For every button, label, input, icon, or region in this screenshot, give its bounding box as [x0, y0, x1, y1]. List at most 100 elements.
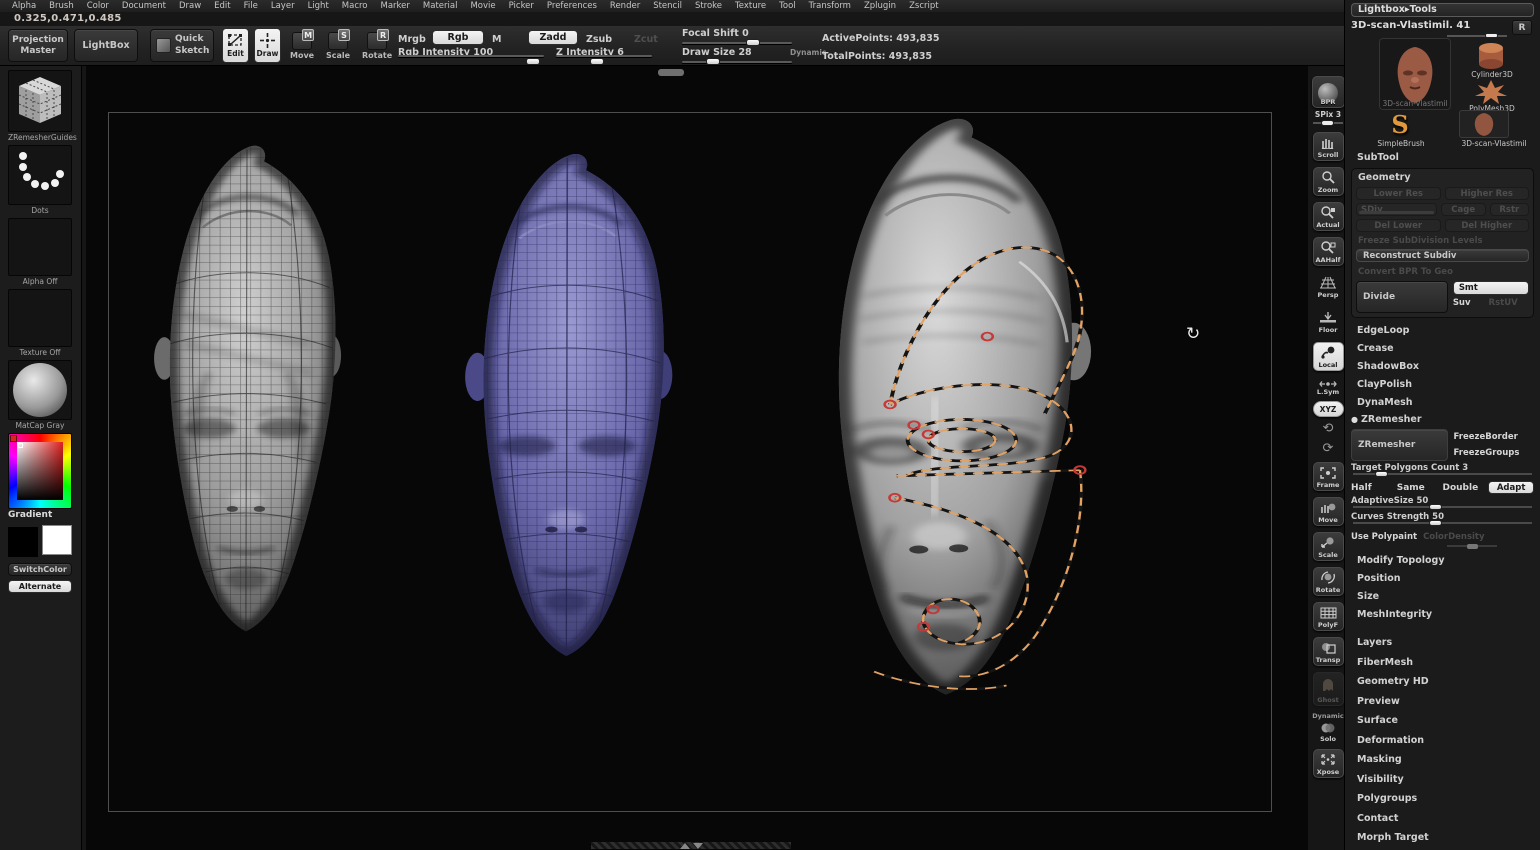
alpha-thumbnail[interactable] — [8, 218, 72, 276]
section-claypolish[interactable]: ClayPolish — [1351, 376, 1534, 394]
bottom-tray-divider[interactable] — [591, 842, 791, 849]
menu-edit[interactable]: Edit — [214, 1, 230, 11]
menu-layer[interactable]: Layer — [271, 1, 295, 11]
simplebrush-tool[interactable]: S — [1385, 112, 1415, 138]
rotate-on-y-icon[interactable]: ⟲ — [1323, 422, 1334, 435]
use-polypaint-toggle[interactable]: Use Polypaint — [1351, 532, 1417, 542]
section-surface[interactable]: Surface — [1351, 711, 1534, 731]
freeze-border-toggle[interactable]: FreezeBorder — [1454, 432, 1534, 442]
menu-color[interactable]: Color — [87, 1, 109, 11]
menu-brush[interactable]: Brush — [49, 1, 74, 11]
zoom-button[interactable]: Zoom — [1313, 167, 1344, 196]
section-meshintegrity[interactable]: MeshIntegrity — [1351, 606, 1534, 624]
higher-res-button[interactable]: Higher Res — [1445, 187, 1530, 200]
cage-button[interactable]: Cage — [1441, 203, 1486, 216]
sdiv-slider[interactable]: SDiv — [1356, 203, 1437, 216]
del-lower-button[interactable]: Del Lower — [1356, 219, 1441, 232]
menu-tool[interactable]: Tool — [779, 1, 796, 11]
model-head-wireframe-purple[interactable] — [438, 148, 697, 665]
menu-render[interactable]: Render — [610, 1, 640, 11]
adapt-toggle[interactable]: Adapt — [1488, 481, 1534, 494]
target-polygons-slider[interactable]: Target Polygons Count 3 — [1351, 463, 1534, 477]
transp-button[interactable]: Transp — [1313, 637, 1344, 666]
menu-stroke[interactable]: Stroke — [695, 1, 722, 11]
switch-color-button[interactable]: SwitchColor — [8, 563, 72, 576]
menu-alpha[interactable]: Alpha — [12, 1, 36, 11]
section-contact[interactable]: Contact — [1351, 809, 1534, 829]
curves-strength-slider[interactable]: Curves Strength 50 — [1351, 512, 1534, 526]
solo-button[interactable]: Solo — [1313, 720, 1344, 745]
rstr-button[interactable]: Rstr — [1490, 203, 1529, 216]
bpr-button[interactable]: BPR — [1312, 76, 1345, 108]
section-subtool[interactable]: SubTool — [1351, 150, 1534, 166]
menu-stencil[interactable]: Stencil — [653, 1, 682, 11]
adaptive-size-slider[interactable]: AdaptiveSize 50 — [1351, 496, 1534, 510]
section-dynamesh[interactable]: DynaMesh — [1351, 394, 1534, 412]
color-picker[interactable] — [8, 433, 72, 509]
menu-movie[interactable]: Movie — [470, 1, 495, 11]
projection-master-button[interactable]: Projection Master — [8, 29, 68, 62]
active-tool-thumbnail[interactable]: 3D-scan-Vlastimil — [1379, 38, 1451, 110]
section-visibility[interactable]: Visibility — [1351, 770, 1534, 790]
quick-sketch-button[interactable]: Quick Sketch — [150, 29, 214, 62]
aahalf-button[interactable]: AAHalf — [1313, 237, 1344, 266]
move-button[interactable]: M Move — [290, 32, 314, 60]
zcut-toggle[interactable]: Zcut — [634, 34, 658, 45]
section-geometry-hd[interactable]: Geometry HD — [1351, 672, 1534, 692]
material-thumbnail[interactable] — [8, 360, 72, 420]
lsym-button[interactable]: L.Sym — [1313, 377, 1344, 398]
draw-button[interactable]: Draw — [254, 28, 281, 63]
section-size[interactable]: Size — [1351, 588, 1534, 606]
menu-draw[interactable]: Draw — [179, 1, 201, 11]
rgb-toggle[interactable]: Rgb — [432, 30, 484, 45]
local-button[interactable]: Local — [1313, 342, 1344, 371]
section-morph-target[interactable]: Morph Target — [1351, 828, 1534, 848]
menu-zplugin[interactable]: Zplugin — [864, 1, 896, 11]
menu-macro[interactable]: Macro — [342, 1, 368, 11]
double-button[interactable]: Double — [1443, 483, 1487, 493]
menu-picker[interactable]: Picker — [509, 1, 534, 11]
section-zremesher[interactable]: ●ZRemesher — [1351, 412, 1534, 428]
stroke-thumbnail[interactable] — [8, 145, 72, 205]
menu-texture[interactable]: Texture — [735, 1, 766, 11]
polyf-button[interactable]: PolyF — [1313, 602, 1344, 631]
frame-button[interactable]: Frame — [1313, 462, 1344, 491]
lower-res-button[interactable]: Lower Res — [1356, 187, 1441, 200]
draw-size-slider[interactable]: Draw Size 28 — [682, 55, 792, 63]
z-intensity-slider[interactable]: Z Intensity 6 — [556, 52, 652, 60]
rgb-intensity-slider[interactable]: Rgb Intensity 100 — [398, 52, 544, 60]
dynamic-toggle[interactable]: Dynamic — [790, 48, 826, 57]
document-canvas[interactable]: ↻ — [86, 66, 1308, 850]
rstuv-toggle[interactable]: RstUV — [1489, 298, 1518, 308]
rotate-on-z-icon[interactable]: ⟳ — [1323, 442, 1334, 455]
spix-slider[interactable] — [1313, 119, 1343, 128]
mrgb-toggle[interactable]: Mrgb — [398, 34, 426, 45]
alternate-button[interactable]: Alternate — [8, 580, 72, 593]
section-edgeloop[interactable]: EdgeLoop — [1351, 322, 1534, 340]
actual-button[interactable]: Actual — [1313, 202, 1344, 231]
model-head-wireframe-gray[interactable] — [128, 140, 366, 640]
polymesh3d-tool[interactable] — [1473, 80, 1509, 104]
color-density-track[interactable] — [1447, 544, 1497, 549]
menu-light[interactable]: Light — [308, 1, 329, 11]
persp-button[interactable]: Persp — [1313, 272, 1344, 301]
section-masking[interactable]: Masking — [1351, 750, 1534, 770]
secondary-color-swatch[interactable] — [42, 525, 72, 555]
same-button[interactable]: Same — [1397, 483, 1441, 493]
menu-preferences[interactable]: Preferences — [547, 1, 597, 11]
divide-button[interactable]: Divide — [1356, 281, 1448, 313]
m-toggle[interactable]: M — [492, 34, 501, 45]
xyz-button[interactable]: XYZ — [1313, 401, 1344, 417]
zsub-toggle[interactable]: Zsub — [586, 34, 612, 45]
rotate-view-button[interactable]: Rotate — [1313, 567, 1344, 596]
scale-view-button[interactable]: Scale — [1313, 532, 1344, 561]
texture-thumbnail[interactable] — [8, 289, 72, 347]
smt-toggle[interactable]: Smt — [1453, 281, 1529, 295]
lightbox-button[interactable]: LightBox — [74, 29, 138, 62]
section-position[interactable]: Position — [1351, 570, 1534, 588]
cylinder3d-tool[interactable] — [1469, 40, 1513, 70]
freeze-subdivision-button[interactable]: Freeze SubDivision Levels — [1356, 236, 1529, 246]
palette-path-header[interactable]: Lightbox▸Tools — [1351, 3, 1534, 17]
half-button[interactable]: Half — [1351, 483, 1395, 493]
scroll-button[interactable]: Scroll — [1313, 132, 1344, 161]
